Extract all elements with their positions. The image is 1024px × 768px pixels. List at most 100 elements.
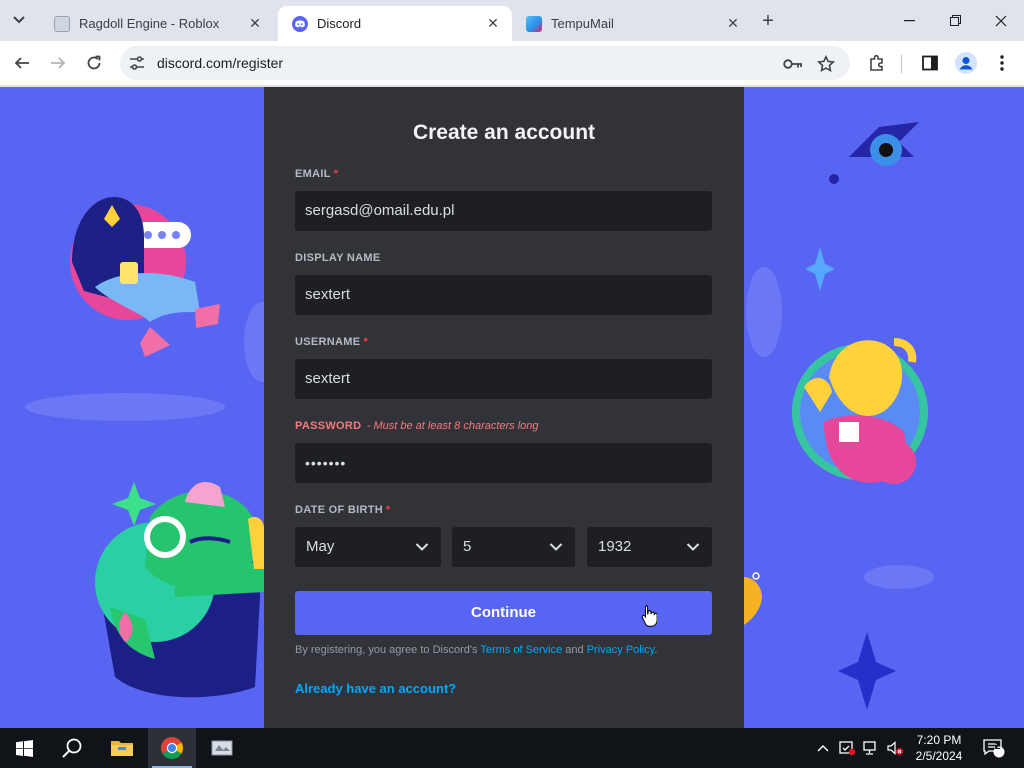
url-text: discord.com/register bbox=[157, 55, 284, 71]
system-clock[interactable]: 7:20 PM 2/5/2024 bbox=[908, 732, 970, 764]
close-window-button[interactable] bbox=[978, 0, 1024, 41]
username-label-text: USERNAME bbox=[295, 336, 361, 348]
restore-button[interactable] bbox=[932, 0, 978, 41]
display-name-label: DISPLAY NAME bbox=[295, 252, 381, 264]
email-label-text: EMAIL bbox=[295, 168, 331, 180]
girl-with-phone-illustration bbox=[70, 197, 220, 357]
clock-date: 2/5/2024 bbox=[915, 749, 963, 763]
discord-favicon-icon bbox=[292, 15, 308, 32]
chevron-down-icon bbox=[13, 13, 25, 27]
close-tab-icon[interactable]: ✕ bbox=[724, 15, 742, 33]
site-settings-icon[interactable] bbox=[128, 54, 146, 72]
email-label: EMAIL * bbox=[295, 168, 338, 180]
clock-time: 7:20 PM bbox=[916, 733, 962, 747]
close-tab-icon[interactable]: ✕ bbox=[246, 15, 264, 33]
chrome-icon bbox=[161, 737, 183, 759]
privacy-policy-link[interactable]: Privacy Policy bbox=[587, 644, 655, 656]
browser-toolbar: discord.com/register bbox=[0, 41, 1024, 86]
password-input[interactable]: ••••••• bbox=[295, 443, 712, 483]
password-label-text: PASSWORD bbox=[295, 420, 362, 432]
profile-avatar-icon[interactable] bbox=[953, 50, 979, 76]
security-tray-icon[interactable] bbox=[836, 728, 858, 768]
required-mark: * bbox=[363, 336, 368, 348]
month-select[interactable]: May bbox=[295, 527, 441, 567]
display-name-input[interactable]: sextert bbox=[295, 275, 712, 315]
required-mark: * bbox=[333, 168, 339, 180]
notification-center-icon bbox=[983, 739, 1005, 758]
notification-count: 2 bbox=[995, 741, 1001, 752]
folder-icon bbox=[111, 741, 133, 756]
start-button[interactable] bbox=[0, 728, 48, 768]
reload-icon bbox=[87, 55, 101, 70]
background-illustrations-left bbox=[25, 197, 264, 698]
chrome-taskbar-button[interactable] bbox=[148, 728, 196, 768]
register-form-panel: Create an account EMAIL * sergasd@omail.e… bbox=[264, 87, 744, 728]
year-select[interactable]: 1932 bbox=[587, 527, 712, 567]
tab-strip: Ragdoll Engine - Roblox ✕ Discord ✕ Temp… bbox=[0, 0, 1024, 41]
bookmark-star-icon[interactable] bbox=[815, 53, 837, 75]
background-illustrations-right bbox=[744, 122, 934, 710]
chevron-down-icon bbox=[686, 543, 700, 551]
hand-pointer-cursor-icon bbox=[641, 605, 657, 627]
kebab-menu-icon[interactable] bbox=[989, 50, 1015, 76]
register-page: Create an account EMAIL * sergasd@omail.e… bbox=[0, 87, 1024, 728]
trumpet-creature-illustration bbox=[744, 572, 762, 625]
tab-tempumail[interactable]: TempuMail ✕ bbox=[512, 6, 752, 41]
forward-button[interactable] bbox=[44, 49, 72, 77]
legal-middle: and bbox=[562, 644, 587, 656]
chevron-down-icon bbox=[549, 543, 563, 551]
username-label: USERNAME * bbox=[295, 336, 368, 348]
page-title: Create an account bbox=[412, 121, 596, 144]
tab-title: Discord bbox=[317, 16, 362, 31]
green-creature-illustration bbox=[95, 482, 264, 698]
minimize-button[interactable] bbox=[886, 0, 932, 41]
tab-title: Ragdoll Engine - Roblox bbox=[79, 16, 220, 31]
reload-button[interactable] bbox=[80, 49, 108, 77]
tempumail-favicon-icon bbox=[526, 15, 542, 32]
roblox-favicon-icon bbox=[54, 15, 70, 32]
arrow-right-icon bbox=[51, 57, 66, 69]
tab-search-button[interactable] bbox=[6, 7, 32, 33]
tab-roblox[interactable]: Ragdoll Engine - Roblox ✕ bbox=[40, 6, 274, 41]
month-value: May bbox=[306, 538, 335, 555]
login-link[interactable]: Already have an account? bbox=[295, 681, 456, 696]
file-explorer-button[interactable] bbox=[98, 728, 146, 768]
flying-creature-illustration bbox=[829, 122, 919, 184]
arrow-left-icon bbox=[14, 57, 29, 69]
terms-of-service-link[interactable]: Terms of Service bbox=[480, 644, 562, 656]
yellow-creature-illustration bbox=[792, 338, 928, 484]
password-key-icon[interactable] bbox=[782, 53, 804, 75]
username-input[interactable]: sextert bbox=[295, 359, 712, 399]
network-icon[interactable] bbox=[860, 728, 882, 768]
volume-muted-icon[interactable] bbox=[884, 728, 906, 768]
address-bar[interactable]: discord.com/register bbox=[120, 46, 850, 80]
chevron-up-icon bbox=[817, 745, 829, 752]
password-error-message: - Must be at least 8 characters long bbox=[366, 420, 539, 432]
legal-prefix: By registering, you agree to Discord's bbox=[295, 644, 481, 656]
new-tab-button[interactable]: + bbox=[756, 9, 780, 33]
sparkle-icon bbox=[805, 247, 835, 291]
back-button[interactable] bbox=[8, 49, 36, 77]
toolbar-divider bbox=[901, 55, 902, 73]
tab-discord[interactable]: Discord ✕ bbox=[278, 6, 512, 41]
close-tab-icon[interactable]: ✕ bbox=[484, 15, 502, 33]
day-select[interactable]: 5 bbox=[452, 527, 575, 567]
search-button[interactable] bbox=[48, 728, 96, 768]
day-value: 5 bbox=[463, 538, 472, 555]
extensions-icon[interactable] bbox=[864, 50, 890, 76]
plus-icon: + bbox=[762, 9, 774, 32]
roblox-player-icon bbox=[211, 740, 233, 756]
windows-logo-icon bbox=[15, 739, 33, 757]
password-label: PASSWORD - Must be at least 8 characters… bbox=[295, 420, 539, 432]
app-taskbar-button[interactable] bbox=[198, 728, 246, 768]
legal-suffix: . bbox=[654, 644, 658, 656]
notifications-button[interactable]: 2 bbox=[978, 728, 1010, 768]
email-input[interactable]: sergasd@omail.edu.pl bbox=[295, 191, 712, 231]
sparkle-icon bbox=[112, 482, 156, 526]
year-value: 1932 bbox=[598, 538, 632, 555]
sparkle-icon bbox=[838, 632, 896, 710]
show-hidden-icons-button[interactable] bbox=[812, 728, 834, 768]
windows-taskbar: 7:20 PM 2/5/2024 2 bbox=[0, 728, 1024, 768]
chevron-down-icon bbox=[415, 543, 429, 551]
side-panel-icon[interactable] bbox=[917, 50, 943, 76]
